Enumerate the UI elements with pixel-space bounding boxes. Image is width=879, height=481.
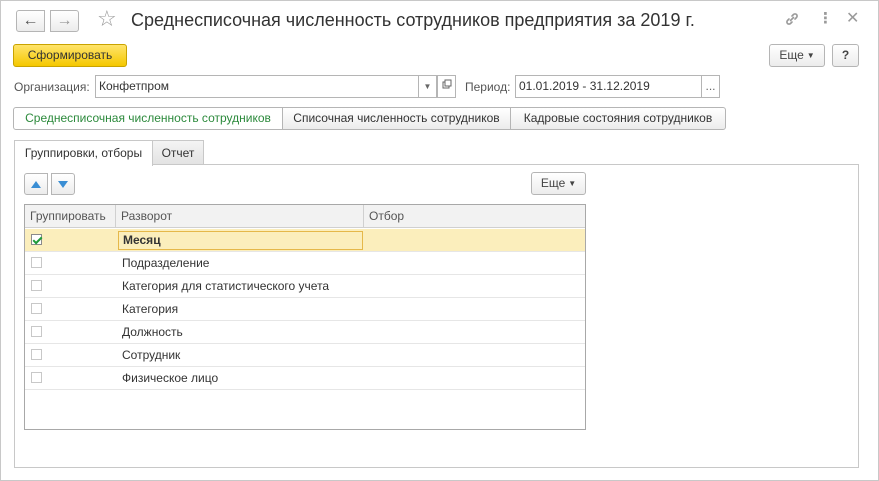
open-window-icon	[442, 79, 452, 92]
row-name: Физическое лицо	[122, 371, 219, 385]
group-checkbox[interactable]	[31, 372, 42, 383]
more-button-label: Еще	[779, 48, 804, 62]
table-row[interactable]: Категория	[25, 298, 585, 321]
chevron-down-icon: ▼	[423, 82, 432, 91]
chevron-down-icon: ▼	[568, 179, 577, 188]
table-row[interactable]: Сотрудник	[25, 344, 585, 367]
column-header-group[interactable]: Группировать	[25, 205, 116, 228]
period-label: Период:	[465, 80, 511, 94]
more-button[interactable]: Еще ▼	[769, 44, 825, 67]
table-row[interactable]: Подразделение	[25, 252, 585, 275]
variant-average-headcount[interactable]: Среднесписочная численность сотрудников	[13, 107, 283, 130]
close-icon[interactable]: ✕	[846, 11, 859, 27]
variant-staff-states[interactable]: Кадровые состояния сотрудников	[510, 107, 726, 130]
move-down-button[interactable]	[51, 173, 75, 195]
panel-more-label: Еще	[540, 176, 566, 190]
variant-list-headcount[interactable]: Списочная численность сотрудников	[282, 107, 511, 130]
row-name: Сотрудник	[122, 348, 181, 362]
move-up-button[interactable]	[24, 173, 48, 195]
table-row[interactable]: Физическое лицо	[25, 367, 585, 390]
forward-button[interactable]: →	[50, 10, 79, 32]
group-checkbox[interactable]	[31, 326, 42, 337]
back-button[interactable]: ←	[16, 10, 45, 32]
organization-dropdown-button[interactable]: ▼	[418, 75, 437, 98]
panel-more-button[interactable]: Еще ▼	[531, 172, 586, 195]
group-checkbox[interactable]	[31, 257, 42, 268]
tab-report[interactable]: Отчет	[152, 140, 204, 165]
table-row[interactable]: Месяц	[25, 229, 585, 252]
row-name: Категория	[122, 302, 179, 316]
generate-button[interactable]: Сформировать	[13, 44, 127, 67]
table-header: Группировать Разворот Отбор	[25, 205, 585, 228]
row-name: Должность	[122, 325, 183, 339]
arrow-down-icon	[58, 180, 68, 188]
column-header-filter[interactable]: Отбор	[364, 205, 585, 228]
help-button[interactable]: ?	[832, 44, 859, 67]
table-row[interactable]: Категория для статистического учета	[25, 275, 585, 298]
link-icon[interactable]	[784, 11, 800, 30]
column-header-expand[interactable]: Разворот	[116, 205, 364, 228]
organization-field[interactable]: Конфетпром	[95, 75, 419, 98]
table-row[interactable]: Должность	[25, 321, 585, 344]
row-name: Категория для статистического учета	[122, 279, 330, 293]
period-field[interactable]: 01.01.2019 - 31.12.2019	[515, 75, 702, 98]
tab-groupings-filters[interactable]: Группировки, отборы	[14, 140, 153, 166]
chevron-down-icon: ▼	[806, 51, 815, 60]
group-checkbox[interactable]	[31, 303, 42, 314]
groupings-table[interactable]: Группировать Разворот Отбор Месяц Подраз…	[24, 204, 586, 430]
row-name[interactable]: Месяц	[118, 231, 363, 250]
group-checkbox[interactable]	[31, 234, 42, 245]
page-title: Среднесписочная численность сотрудников …	[131, 10, 695, 30]
group-checkbox[interactable]	[31, 349, 42, 360]
arrow-left-icon: ←	[22, 12, 39, 29]
more-vertical-icon[interactable]: ⋮	[818, 11, 833, 26]
row-name: Подразделение	[122, 256, 210, 270]
group-checkbox[interactable]	[31, 280, 42, 291]
arrow-right-icon: →	[56, 12, 73, 29]
favorite-star-icon[interactable]: ☆	[97, 8, 117, 30]
period-select-button[interactable]: ...	[701, 75, 720, 98]
organization-open-button[interactable]	[437, 75, 456, 98]
organization-label: Организация:	[14, 80, 90, 94]
arrow-up-icon	[31, 180, 41, 188]
